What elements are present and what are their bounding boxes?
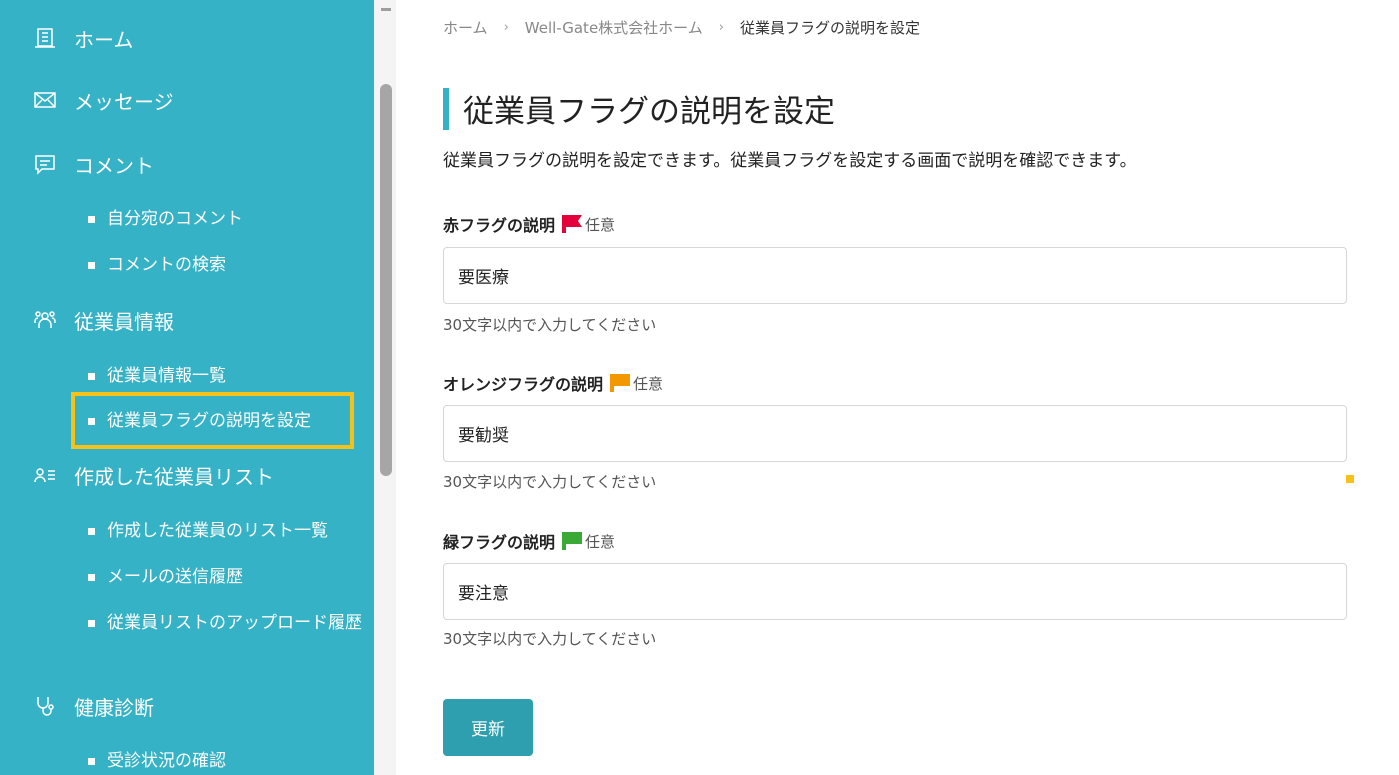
person-list-icon — [32, 462, 58, 488]
breadcrumb-current: 従業員フラグの説明を設定 — [739, 19, 920, 37]
nav-health-checkup[interactable]: 健康診断 — [32, 690, 154, 722]
nav-messages-label: メッセージ — [74, 89, 174, 114]
stethoscope-icon — [32, 693, 58, 719]
comment-icon — [32, 151, 58, 177]
sidebar: ホーム メッセージ コメント 自分宛のコメント コメントの検索 従業員情報 従業… — [0, 0, 374, 775]
nav-comments[interactable]: コメント — [32, 148, 154, 180]
orange-flag-input[interactable] — [443, 405, 1347, 462]
scroll-up-icon[interactable] — [381, 8, 391, 11]
breadcrumb-company[interactable]: Well-Gate株式会社ホーム — [525, 17, 703, 38]
sidebar-item-checkup-status[interactable]: 受診状況の確認 — [88, 748, 368, 774]
red-flag-input[interactable] — [443, 247, 1347, 304]
title-accent-bar — [443, 87, 449, 130]
sidebar-item-list-index[interactable]: 作成した従業員のリスト一覧 — [88, 518, 368, 544]
breadcrumb: ホーム › Well-Gate株式会社ホーム › 従業員フラグの説明を設定 — [443, 17, 920, 38]
orange-flag-label: オレンジフラグの説明 任意 — [443, 374, 664, 394]
building-icon — [32, 25, 58, 51]
sidebar-item-comment-search[interactable]: コメントの検索 — [88, 252, 368, 278]
sidebar-item-upload-history[interactable]: 従業員リストのアップロード履歴 — [88, 610, 368, 636]
breadcrumb-separator-icon: › — [718, 20, 724, 35]
page-header: 従業員フラグの説明を設定 — [443, 86, 835, 131]
red-flag-label: 赤フラグの説明 任意 — [443, 215, 616, 235]
envelope-icon — [32, 87, 58, 113]
page-description: 従業員フラグの説明を設定できます。従業員フラグを設定する画面で説明を確認できます… — [443, 151, 1137, 171]
nav-messages[interactable]: メッセージ — [32, 84, 174, 116]
nav-home[interactable]: ホーム — [32, 22, 133, 54]
green-flag-input[interactable] — [443, 563, 1347, 620]
sidebar-scrollbar-thumb[interactable] — [380, 84, 392, 476]
update-button[interactable]: 更新 — [443, 699, 533, 756]
orange-flag-hint: 30文字以内で入力してください — [443, 473, 657, 491]
active-item-highlight — [71, 392, 354, 449]
red-flag-icon — [562, 215, 583, 233]
nav-created-lists-label: 作成した従業員リスト — [74, 464, 274, 489]
breadcrumb-home[interactable]: ホーム — [443, 17, 488, 38]
sidebar-item-my-comments[interactable]: 自分宛のコメント — [88, 206, 368, 232]
people-icon — [32, 307, 58, 333]
red-flag-hint: 30文字以内で入力してください — [443, 316, 657, 334]
resize-marker-icon — [1346, 475, 1354, 483]
nav-employee-info-label: 従業員情報 — [74, 309, 174, 334]
green-flag-label: 緑フラグの説明 任意 — [443, 532, 616, 552]
green-flag-hint: 30文字以内で入力してください — [443, 630, 657, 648]
sidebar-item-employee-list[interactable]: 従業員情報一覧 — [88, 363, 368, 389]
nav-employee-info[interactable]: 従業員情報 — [32, 304, 174, 336]
nav-comments-label: コメント — [74, 153, 154, 178]
orange-flag-icon — [610, 374, 631, 392]
sidebar-item-mail-history[interactable]: メールの送信履歴 — [88, 564, 368, 590]
green-flag-icon — [562, 532, 583, 550]
nav-home-label: ホーム — [74, 27, 134, 52]
nav-health-checkup-label: 健康診断 — [74, 695, 154, 720]
page-title: 従業員フラグの説明を設定 — [463, 94, 835, 130]
nav-created-lists[interactable]: 作成した従業員リスト — [32, 459, 274, 491]
breadcrumb-separator-icon: › — [503, 20, 509, 35]
